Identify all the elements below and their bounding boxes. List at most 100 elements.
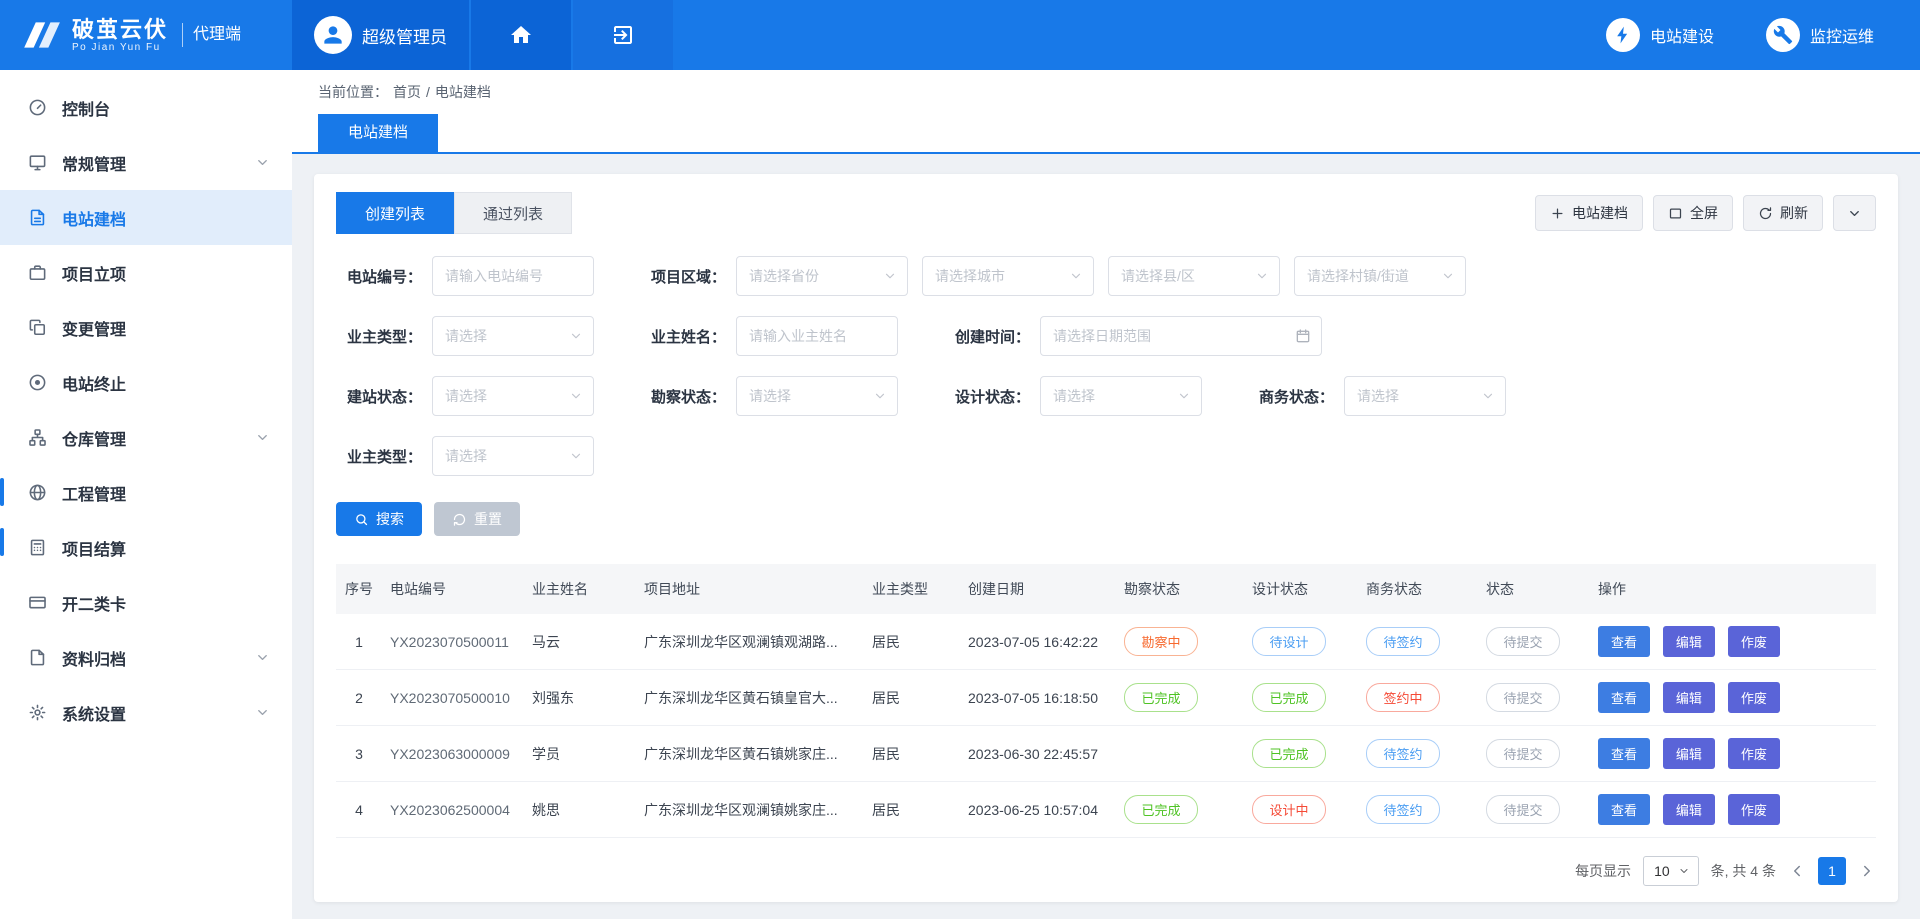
table-cell: 居民 (864, 726, 960, 782)
sidebar-item-project-settlement[interactable]: 项目结算 (0, 520, 292, 575)
chevron-down-icon (873, 389, 887, 403)
per-page-value: 10 (1654, 863, 1670, 879)
city-select[interactable]: 请选择城市 (922, 256, 1094, 296)
table-cell: 马云 (524, 614, 636, 670)
status-badge: 待提交 (1486, 795, 1560, 824)
table-cell: 广东深圳龙华区黄石镇皇官大... (636, 670, 864, 726)
county-select[interactable]: 请选择县/区 (1108, 256, 1280, 296)
edit-button[interactable]: 编辑 (1663, 682, 1715, 713)
user-menu[interactable]: 超级管理员 (292, 0, 469, 70)
build-status-select[interactable]: 请选择 (432, 376, 594, 416)
void-button[interactable]: 作废 (1728, 682, 1780, 713)
card-icon (28, 593, 47, 612)
status-badge: 待签约 (1366, 795, 1440, 824)
fullscreen-button[interactable]: 全屏 (1653, 195, 1733, 231)
owner-name-input[interactable] (736, 316, 898, 356)
column-header: 状态 (1478, 564, 1590, 614)
chevron-down-icon (883, 269, 897, 283)
station-code-input[interactable] (432, 256, 594, 296)
view-button[interactable]: 查看 (1598, 682, 1650, 713)
logo-text: 破茧云伏 Po Jian Yun Fu (72, 18, 168, 53)
home-button[interactable] (471, 0, 571, 70)
sidebar-item-warehouse-management[interactable]: 仓库管理 (0, 410, 292, 465)
nav-monitor-ops-label: 监控运维 (1810, 23, 1874, 47)
search-icon (354, 512, 369, 527)
logo-subtitle: Po Jian Yun Fu (72, 42, 168, 53)
owner-type2-select[interactable]: 请选择 (432, 436, 594, 476)
search-button[interactable]: 搜索 (336, 502, 422, 536)
sidebar-item-data-archive[interactable]: 资料归档 (0, 630, 292, 685)
filter-label-design-status: 设计状态： (944, 386, 1040, 407)
table-cell: 2 (336, 670, 382, 726)
sidebar-item-label: 资料归档 (62, 646, 126, 670)
plus-icon (1550, 206, 1565, 221)
sidebar-scroll-indicator (0, 478, 4, 506)
refresh-button[interactable]: 刷新 (1743, 195, 1823, 231)
table-cell: 已完成 (1244, 670, 1358, 726)
sidebar-item-class2-card[interactable]: 开二类卡 (0, 575, 292, 630)
prev-page-button[interactable] (1788, 862, 1806, 880)
tab-passed-list[interactable]: 通过列表 (454, 192, 572, 234)
nav-station-build-label: 电站建设 (1650, 23, 1714, 47)
filter-label-survey-status: 勘察状态： (640, 386, 736, 407)
view-button[interactable]: 查看 (1598, 794, 1650, 825)
reset-button[interactable]: 重置 (434, 502, 520, 536)
sidebar-item-engineering-management[interactable]: 工程管理 (0, 465, 292, 520)
province-select[interactable]: 请选择省份 (736, 256, 908, 296)
edit-button[interactable]: 编辑 (1663, 738, 1715, 769)
owner-type-select[interactable]: 请选择 (432, 316, 594, 356)
chevron-down-icon (1847, 206, 1862, 221)
business-status-select[interactable]: 请选择 (1344, 376, 1506, 416)
nav-station-build[interactable]: 电站建设 (1606, 18, 1714, 52)
status-badge: 待签约 (1366, 627, 1440, 656)
void-button[interactable]: 作废 (1728, 626, 1780, 657)
view-button[interactable]: 查看 (1598, 626, 1650, 657)
breadcrumb-home-link[interactable]: 首页 (393, 82, 421, 102)
filter-label-owner-type2: 业主类型： (336, 446, 432, 467)
status-badge: 已完成 (1124, 683, 1198, 712)
collapse-button[interactable] (1833, 195, 1876, 231)
view-button[interactable]: 查看 (1598, 738, 1650, 769)
sidebar-item-station-termination[interactable]: 电站终止 (0, 355, 292, 410)
edit-button[interactable]: 编辑 (1663, 626, 1715, 657)
column-header: 创建日期 (960, 564, 1116, 614)
table-cell: 广东深圳龙华区黄石镇姚家庄... (636, 726, 864, 782)
table-cell (1116, 726, 1244, 782)
status-badge: 设计中 (1252, 795, 1326, 824)
void-button[interactable]: 作废 (1728, 794, 1780, 825)
content-body: 创建列表 通过列表 电站建档 全屏 (292, 154, 1920, 919)
void-button[interactable]: 作废 (1728, 738, 1780, 769)
per-page-select[interactable]: 10 (1643, 856, 1699, 886)
edit-button[interactable]: 编辑 (1663, 794, 1715, 825)
column-header: 设计状态 (1244, 564, 1358, 614)
chevron-down-icon (1678, 865, 1690, 877)
table-cell: 已完成 (1116, 782, 1244, 838)
station-table: 序号 电站编号 业主姓名 项目地址 业主类型 创建日期 勘察状态 设计状态 商务… (336, 564, 1876, 838)
tab-create-list[interactable]: 创建列表 (336, 192, 454, 234)
nav-monitor-ops[interactable]: 监控运维 (1766, 18, 1874, 52)
breadcrumb-separator: / (426, 84, 430, 100)
sidebar-item-station-filing[interactable]: 电站建档 (0, 190, 292, 245)
design-status-select[interactable]: 请选择 (1040, 376, 1202, 416)
sidebar-item-console[interactable]: 控制台 (0, 80, 292, 135)
table-cell: 待提交 (1478, 782, 1590, 838)
portal-label: 代理端 (182, 23, 241, 47)
status-badge: 勘察中 (1124, 627, 1198, 656)
breadcrumb-current: 电站建档 (435, 82, 491, 102)
sidebar-item-general-management[interactable]: 常规管理 (0, 135, 292, 190)
sidebar-item-system-settings[interactable]: 系统设置 (0, 685, 292, 740)
sidebar-item-project-initiation[interactable]: 项目立项 (0, 245, 292, 300)
top-bar: 破茧云伏 Po Jian Yun Fu 代理端 超级管理员 电站建设 监控运维 (0, 0, 1920, 70)
sidebar-item-label: 电站终止 (62, 371, 126, 395)
survey-status-select[interactable]: 请选择 (736, 376, 898, 416)
sidebar-item-change-management[interactable]: 变更管理 (0, 300, 292, 355)
date-range-input[interactable]: 请选择日期范围 (1040, 316, 1322, 356)
page-1-button[interactable]: 1 (1818, 857, 1846, 885)
logout-button[interactable] (573, 0, 673, 70)
table-cell: 2023-07-05 16:18:50 (960, 670, 1116, 726)
sidebar-item-label: 系统设置 (62, 701, 126, 725)
next-page-button[interactable] (1858, 862, 1876, 880)
town-select[interactable]: 请选择村镇/街道 (1294, 256, 1466, 296)
page-tab-station-filing[interactable]: 电站建档 (318, 114, 438, 152)
add-station-button[interactable]: 电站建档 (1535, 195, 1643, 231)
